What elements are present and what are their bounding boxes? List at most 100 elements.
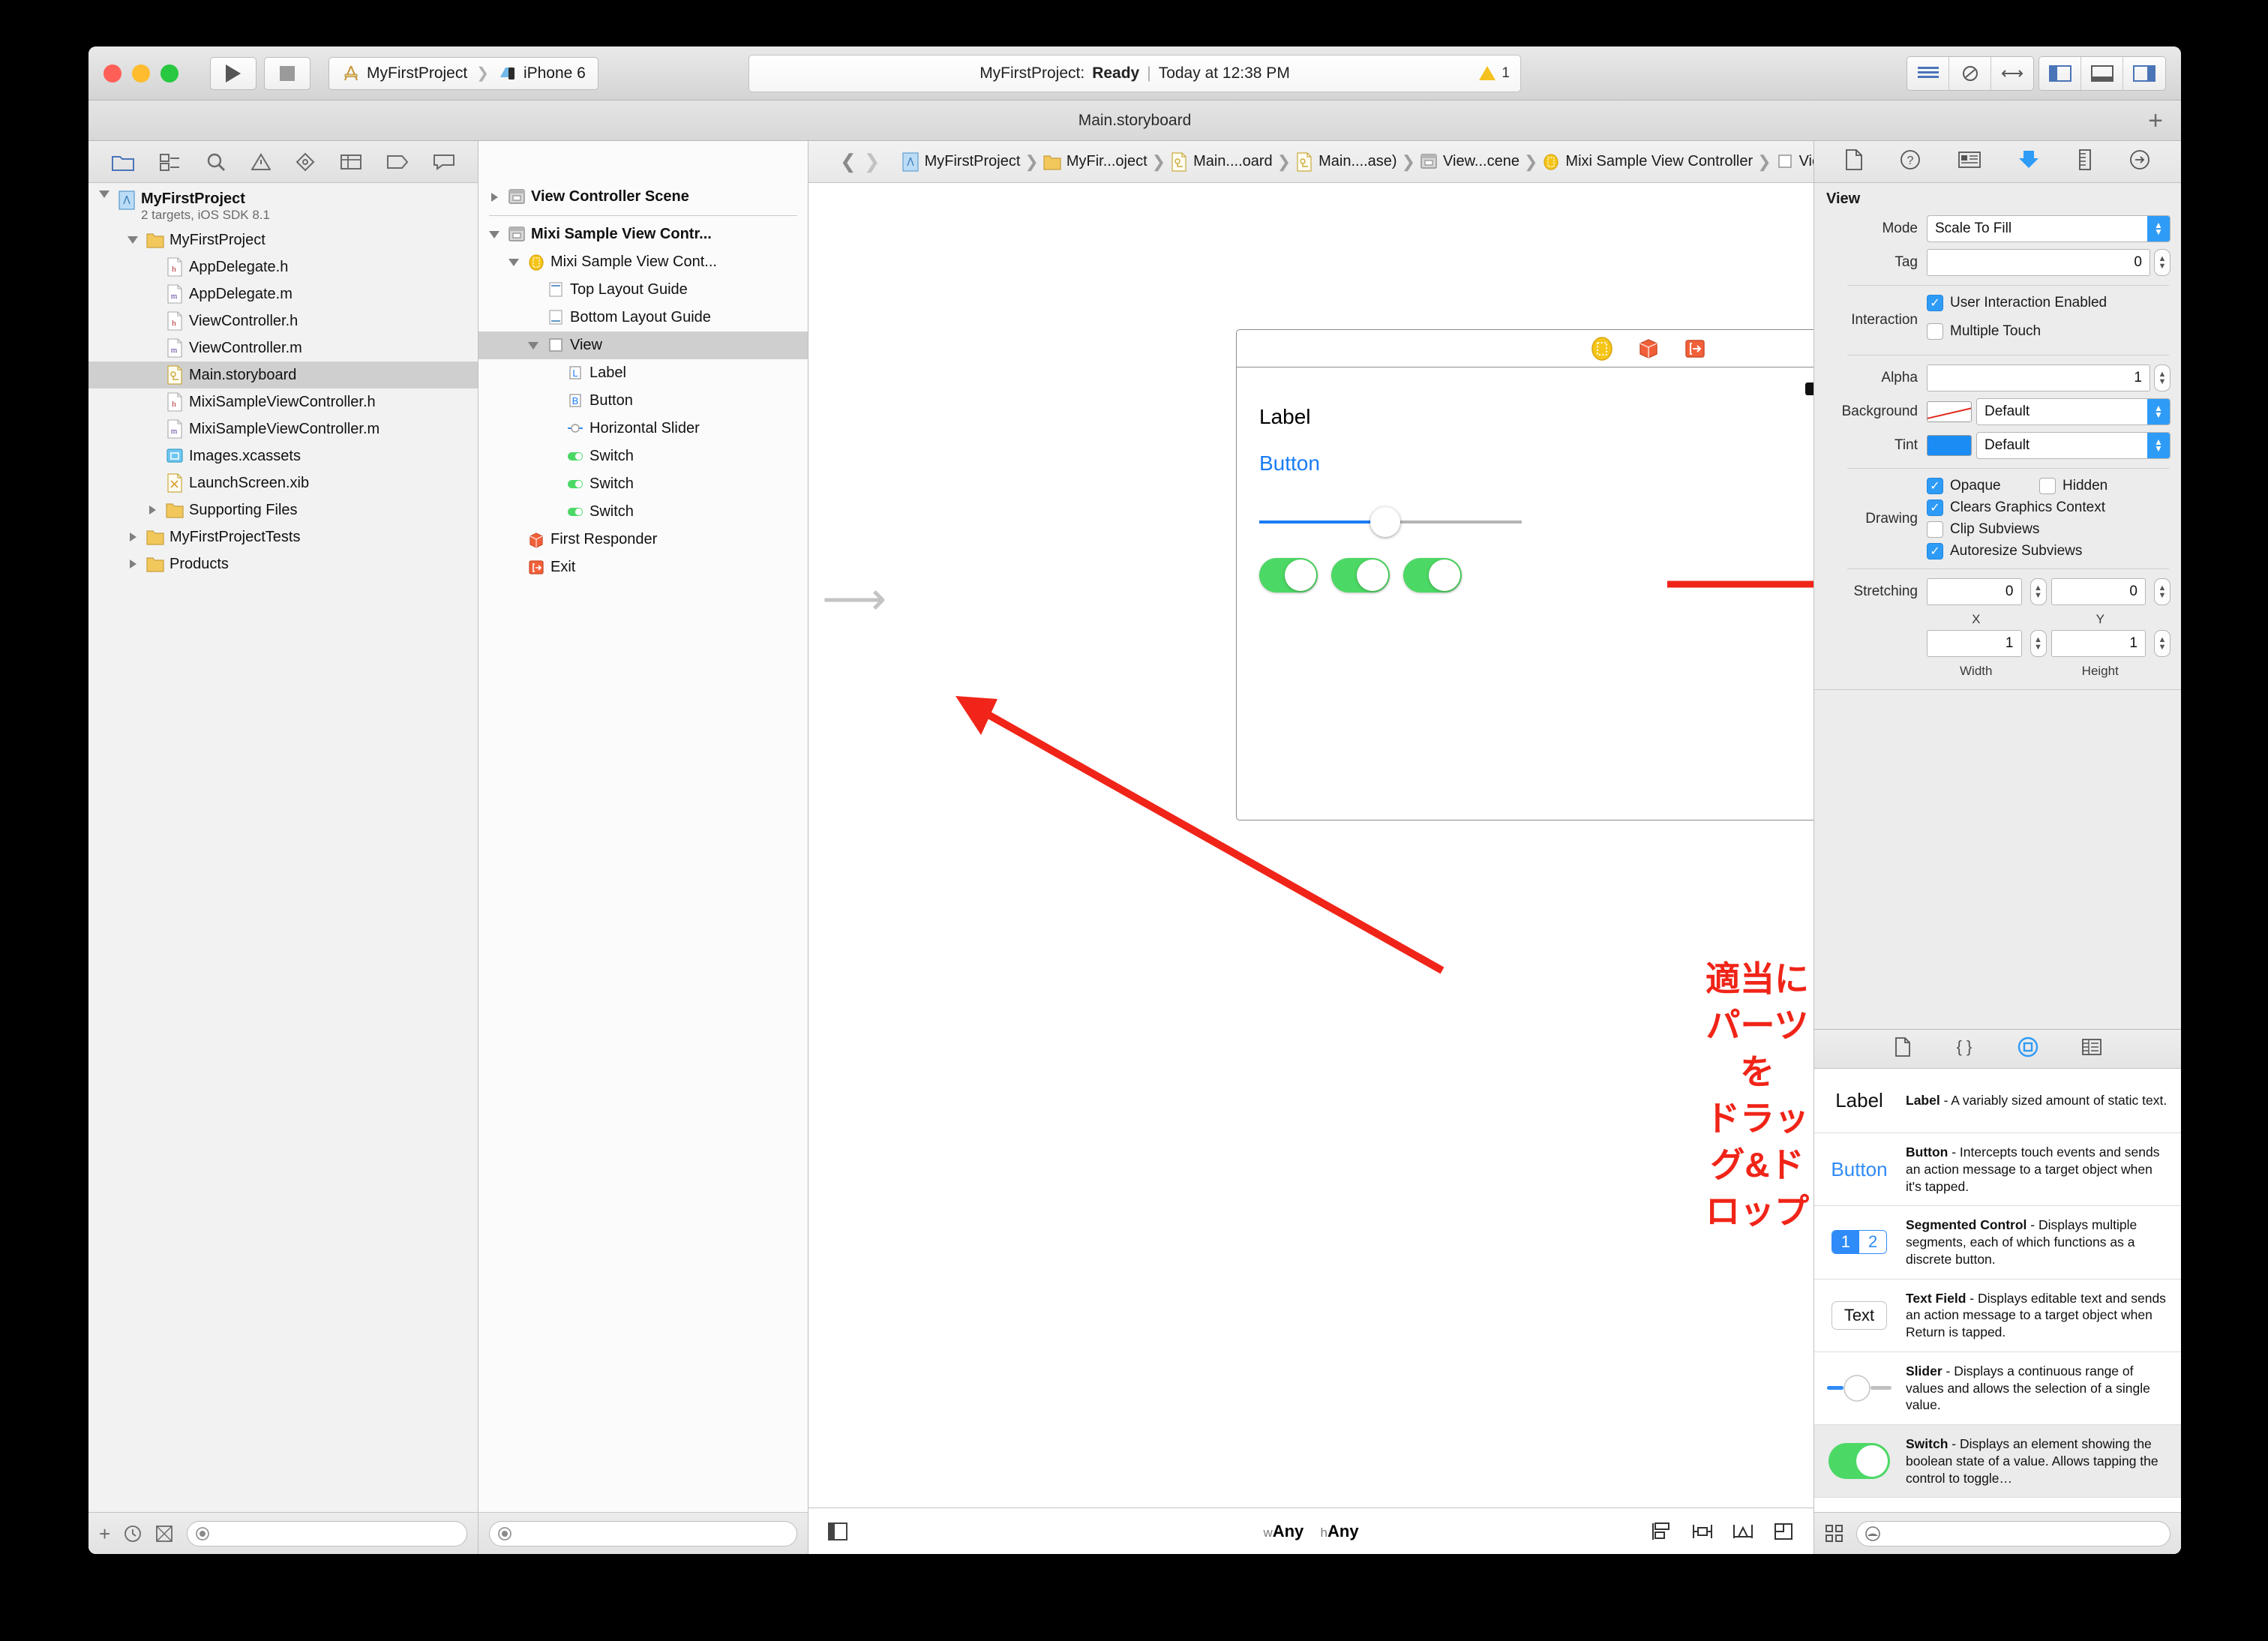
file-template-library-icon[interactable] xyxy=(1894,1037,1911,1060)
disclosure-triangle[interactable] xyxy=(506,258,522,266)
attributes-inspector-icon[interactable] xyxy=(2018,149,2040,174)
outline-row[interactable]: View xyxy=(478,332,808,359)
navigator-row[interactable]: LaunchScreen.xib xyxy=(88,470,478,496)
back-button[interactable]: ❮ xyxy=(840,150,856,173)
stretching-y-stepper[interactable]: ▲ ▼ xyxy=(2154,578,2170,605)
checkbox[interactable]: ✓ xyxy=(1927,295,1943,311)
stretching-y-input[interactable]: 0 xyxy=(2050,578,2146,605)
outline-row[interactable]: Exit xyxy=(478,554,808,581)
outline-row[interactable]: Mixi Sample View Cont... xyxy=(478,248,808,276)
disclosure-triangle[interactable] xyxy=(525,341,542,350)
disclosure-triangle[interactable] xyxy=(124,560,141,568)
disclosure-triangle[interactable] xyxy=(486,192,502,202)
source-control-filter-icon[interactable] xyxy=(155,1525,173,1543)
first-responder-icon[interactable] xyxy=(1636,336,1661,362)
navigator-row[interactable]: Supporting Files xyxy=(88,496,478,524)
stretching-x-stepper[interactable]: ▲ ▼ xyxy=(2030,578,2047,605)
version-editor-button[interactable] xyxy=(1991,56,2033,90)
opaque-row[interactable]: ✓ Opaque xyxy=(1927,478,2039,494)
outline-row[interactable]: Top Layout Guide xyxy=(478,276,808,304)
interface-builder-canvas[interactable]: ⟶ Label Button 適当にパーツを ドラッグ&ドロップ xyxy=(808,183,1814,1508)
disclosure-triangle[interactable] xyxy=(486,230,502,238)
alpha-stepper[interactable]: ▲ ▼ xyxy=(2154,364,2170,392)
checkbox[interactable] xyxy=(1927,521,1943,538)
canvas-switch-2[interactable] xyxy=(1331,558,1390,592)
navigator-row[interactable]: MyFirstProjectTests xyxy=(88,524,478,550)
stretching-width-stepper[interactable]: ▲ ▼ xyxy=(2030,630,2047,657)
canvas-button[interactable]: Button xyxy=(1259,452,1814,476)
checkbox[interactable] xyxy=(2039,478,2056,494)
add-file-button[interactable]: + xyxy=(99,1524,110,1544)
library-item[interactable]: Switch - Displays an element showing the… xyxy=(1814,1425,2181,1498)
stretching-x-input[interactable]: 0 xyxy=(1927,578,2022,605)
stretching-height-input[interactable]: 1 xyxy=(2050,630,2146,657)
view-controller-scene-canvas[interactable]: Label Button xyxy=(1236,329,1814,820)
resizing-behavior-icon[interactable] xyxy=(1773,1522,1794,1541)
navigator-row[interactable]: m MixiSampleViewController.m xyxy=(88,416,478,442)
disclosure-triangle[interactable] xyxy=(124,236,141,244)
toggle-navigator-button[interactable] xyxy=(2039,56,2081,90)
outline-row[interactable]: B Button xyxy=(478,387,808,415)
navigator-row[interactable]: h ViewController.h xyxy=(88,308,478,334)
tint-select[interactable]: Default ▲ ▼ xyxy=(1976,432,2170,459)
assistant-editor-button[interactable] xyxy=(1949,56,1991,90)
multiple-touch-row[interactable]: Multiple Touch xyxy=(1927,323,2107,340)
debug-navigator-icon[interactable] xyxy=(340,153,362,171)
outline-row[interactable]: Bottom Layout Guide xyxy=(478,304,808,332)
project-root-row[interactable]: MyFirstProject 2 targets, iOS SDK 8.1 xyxy=(88,189,478,226)
identity-inspector-icon[interactable] xyxy=(1958,151,1981,172)
size-class-indicator[interactable]: wAny hAny xyxy=(1263,1522,1358,1541)
library-item[interactable]: Text Text Field - Displays editable text … xyxy=(1814,1280,2181,1352)
tint-color-well[interactable] xyxy=(1927,435,1972,456)
test-navigator-icon[interactable] xyxy=(296,152,315,172)
slider-knob[interactable] xyxy=(1370,507,1400,537)
viewcontroller-icon[interactable] xyxy=(1589,336,1615,362)
pin-icon[interactable] xyxy=(1692,1522,1713,1541)
code-snippet-library-icon[interactable]: { } xyxy=(1954,1037,1974,1060)
navigator-row[interactable]: m ViewController.m xyxy=(88,334,478,362)
outline-row[interactable]: First Responder xyxy=(478,526,808,554)
disclosure-triangle[interactable] xyxy=(96,190,112,198)
library-item[interactable]: Label Label - A variably sized amount of … xyxy=(1814,1069,2181,1133)
jumpbar-crumb[interactable]: MyFir...oject xyxy=(1043,152,1148,172)
canvas-slider[interactable] xyxy=(1259,507,1522,537)
toggle-debug-button[interactable] xyxy=(2081,56,2123,90)
navigator-row[interactable]: MyFirstProject xyxy=(88,226,478,254)
quick-help-inspector-icon[interactable]: ? xyxy=(1900,149,1921,174)
navigator-row[interactable]: Products xyxy=(88,550,478,578)
file-inspector-icon[interactable] xyxy=(1845,149,1863,174)
breakpoint-navigator-icon[interactable] xyxy=(387,154,409,170)
clears-graphics-context-row[interactable]: ✓ Clears Graphics Context xyxy=(1927,500,2170,516)
library-item[interactable]: Slider - Displays a continuous range of … xyxy=(1814,1352,2181,1425)
stretching-width-input[interactable]: 1 xyxy=(1927,630,2022,657)
zoom-button[interactable] xyxy=(160,64,178,82)
disclosure-triangle[interactable] xyxy=(144,506,160,514)
jumpbar-crumb[interactable]: View xyxy=(1776,152,1814,172)
recent-files-icon[interactable] xyxy=(124,1525,142,1543)
navigator-filter-input[interactable] xyxy=(187,1520,467,1546)
library-search-input[interactable] xyxy=(1856,1520,2170,1546)
disclosure-triangle[interactable] xyxy=(124,532,141,542)
clip-subviews-row[interactable]: Clip Subviews xyxy=(1927,521,2170,538)
media-library-icon[interactable] xyxy=(2081,1038,2102,1060)
stop-button[interactable] xyxy=(264,56,310,90)
canvas-switch-1[interactable] xyxy=(1259,558,1318,592)
toggle-inspector-button[interactable] xyxy=(2123,56,2165,90)
checkbox[interactable]: ✓ xyxy=(1927,478,1943,494)
object-library-list[interactable]: Label Label - A variably sized amount of … xyxy=(1814,1069,2181,1512)
jumpbar-crumb[interactable]: Main....ase) xyxy=(1295,152,1397,172)
active-tab-label[interactable]: Main.storyboard xyxy=(1078,112,1192,130)
project-navigator-icon[interactable] xyxy=(111,152,134,172)
forward-button[interactable]: ❯ xyxy=(864,150,880,173)
scheme-selector[interactable]: MyFirstProject ❯ iPhone 6 xyxy=(328,56,598,90)
user-interaction-enabled-row[interactable]: ✓ User Interaction Enabled xyxy=(1927,295,2107,311)
navigator-row[interactable]: h AppDelegate.h xyxy=(88,254,478,280)
issue-navigator-icon[interactable] xyxy=(250,152,271,171)
exit-icon[interactable] xyxy=(1682,336,1708,362)
toggle-document-outline-icon[interactable] xyxy=(828,1522,848,1541)
canvas-switch-3[interactable] xyxy=(1403,558,1462,592)
checkbox[interactable]: ✓ xyxy=(1927,543,1943,560)
run-button[interactable] xyxy=(210,56,256,90)
checkbox[interactable]: ✓ xyxy=(1927,500,1943,516)
resolve-autolayout-icon[interactable] xyxy=(1732,1522,1754,1541)
